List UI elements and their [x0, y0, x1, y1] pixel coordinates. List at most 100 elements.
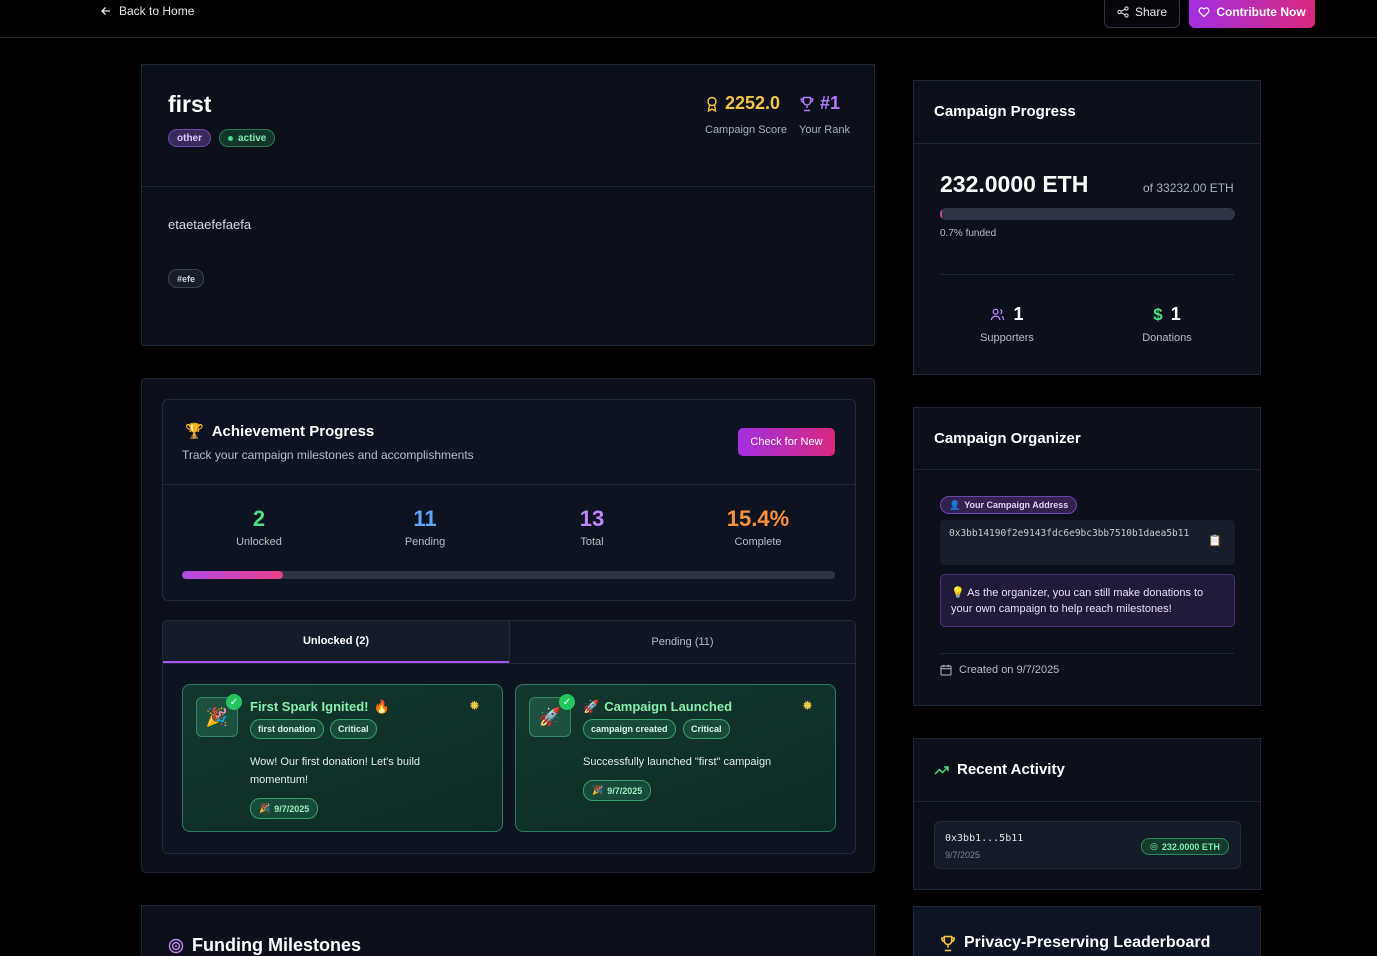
top-bar: Back to Home Share Contribute Now	[0, 0, 1377, 38]
party-icon: 🎉	[259, 803, 271, 813]
leaderboard-card: Privacy-Preserving Leaderboard	[913, 906, 1261, 956]
funded-percent: 0.7% funded	[940, 228, 997, 239]
funding-progress-bar	[940, 208, 1235, 220]
achievement-chip: first donation	[250, 719, 324, 739]
created-date: Created on 9/7/2025	[940, 664, 1059, 676]
raised-amount: 232.0000 ETH	[940, 171, 1089, 197]
check-for-new-button[interactable]: Check for New	[738, 428, 835, 456]
stat-pending: 11 Pending	[404, 506, 446, 548]
achievement-progress-panel: 🏆 Achievement Progress Track your campai…	[162, 399, 856, 601]
achievement-date: 🎉 9/7/2025	[250, 798, 319, 819]
share-icon	[1117, 6, 1129, 18]
goal-amount: of 33232.00 ETH	[1143, 181, 1234, 195]
organizer-note: 💡 As the organizer, you can still make d…	[940, 574, 1235, 627]
activity-divider	[914, 801, 1260, 802]
user-icon: 👤	[949, 499, 961, 510]
funding-milestones-card: Funding Milestones	[141, 905, 875, 956]
achievement-name: 🚀 Campaign Launched	[583, 699, 733, 714]
campaign-score-label: Campaign Score	[705, 124, 787, 136]
achievement-chip: Critical	[330, 719, 377, 739]
activity-address: 0x3bb1...5b11	[945, 833, 1024, 844]
trophy-icon	[800, 96, 814, 111]
supporters-stat: 1 Supporters	[980, 304, 1034, 344]
share-button[interactable]: Share	[1104, 0, 1180, 28]
target-icon	[168, 938, 184, 953]
progress-divider	[914, 143, 1260, 144]
achievement-description: Wow! Our first donation! Let's build mom…	[250, 756, 421, 786]
achievement-card-first-spark[interactable]: 🎉 ✓ First Spark Ignited! 🔥 ✹ first donat…	[182, 684, 503, 832]
arrow-left-icon	[101, 7, 110, 15]
recent-activity-card: Recent Activity 0x3bb1...5b11 9/7/2025 ◎…	[913, 738, 1261, 890]
rocket-icon: 🚀	[583, 699, 600, 714]
achievement-progress-subtitle: Track your campaign milestones and accom…	[182, 448, 474, 462]
check-icon: ✓	[559, 694, 575, 710]
activity-date: 9/7/2025	[945, 850, 981, 860]
tabs-divider	[163, 663, 855, 664]
category-badge: other	[168, 129, 211, 147]
status-badge: active	[219, 129, 276, 147]
achievement-chip: campaign created	[583, 719, 676, 739]
campaign-title: first	[168, 91, 212, 117]
eye-icon: ◎	[1150, 841, 1158, 851]
back-to-home-link[interactable]: Back to Home	[100, 4, 194, 18]
campaign-progress-title: Campaign Progress	[934, 103, 1076, 120]
copy-icon[interactable]: 📋	[1208, 534, 1222, 547]
trophy-icon	[941, 935, 955, 951]
sparkle-icon: ✹	[469, 698, 480, 713]
achievement-card-campaign-launched[interactable]: 🚀 ✓ 🚀 Campaign Launched ✹ campaign creat…	[515, 684, 836, 832]
funding-progress-fill	[940, 208, 943, 220]
recent-activity-title: Recent Activity	[934, 761, 1065, 778]
organizer-divider	[914, 469, 1260, 470]
calendar-icon	[940, 664, 952, 676]
party-icon: 🎉	[592, 785, 604, 795]
campaign-description: etaetaefefaefa	[168, 217, 252, 232]
leaderboard-title: Privacy-Preserving Leaderboard	[940, 934, 1210, 952]
achievement-tabs: Unlocked (2) Pending (11) 🎉 ✓ First Spar…	[162, 620, 856, 854]
trending-up-icon	[934, 765, 949, 775]
header-divider	[142, 186, 874, 187]
users-icon	[991, 308, 1005, 321]
campaign-address: 0x3bb14190f2e9143fdc6e9bc3bb7510b1daea5b…	[940, 520, 1235, 565]
funding-milestones-title: Funding Milestones	[168, 935, 361, 956]
stat-total: 13 Total	[579, 506, 605, 548]
heart-icon	[1198, 7, 1210, 18]
achievement-divider	[163, 484, 855, 485]
campaign-progress-card: Campaign Progress 232.0000 ETH of 33232.…	[913, 80, 1261, 375]
campaign-address-badge: 👤 Your Campaign Address	[940, 496, 1078, 514]
contribute-now-button[interactable]: Contribute Now	[1189, 0, 1315, 28]
campaign-organizer-title: Campaign Organizer	[934, 430, 1081, 447]
achievement-progress-bar	[182, 571, 835, 579]
contribute-label: Contribute Now	[1216, 5, 1306, 19]
activity-item: 0x3bb1...5b11 9/7/2025 ◎ 232.0000 ETH	[934, 821, 1241, 869]
campaign-header-card: first other active 2252.0 Campaign Score…	[141, 64, 875, 346]
your-rank-label: Your Rank	[799, 124, 850, 136]
progress-divider-2	[940, 274, 1234, 275]
donations-stat: $ 1 Donations	[1142, 304, 1192, 344]
achievement-chip: Critical	[683, 719, 730, 739]
award-icon	[707, 96, 717, 112]
share-label: Share	[1134, 5, 1168, 19]
achievement-description: Successfully launched "first" campaign	[583, 756, 772, 768]
activity-amount: ◎ 232.0000 ETH	[1141, 838, 1229, 855]
achievement-name: First Spark Ignited! 🔥	[250, 699, 390, 714]
stat-complete: 15.4% Complete	[726, 506, 790, 548]
check-icon: ✓	[226, 694, 242, 710]
your-rank: #1	[800, 93, 840, 114]
organizer-divider-2	[940, 653, 1234, 654]
achievement-progress-fill	[182, 571, 283, 579]
campaign-organizer-card: Campaign Organizer 👤 Your Campaign Addre…	[913, 407, 1261, 706]
sparkle-icon: ✹	[802, 698, 813, 713]
tab-pending[interactable]: Pending (11)	[509, 621, 855, 663]
achievement-progress-title: 🏆 Achievement Progress	[185, 422, 375, 441]
achievement-date: 🎉 9/7/2025	[583, 780, 652, 801]
tab-unlocked[interactable]: Unlocked (2)	[163, 621, 509, 663]
back-label: Back to Home	[119, 4, 195, 18]
trophy-icon: 🏆	[185, 423, 204, 440]
stat-unlocked: 2 Unlocked	[236, 506, 282, 548]
fire-icon: 🔥	[373, 699, 390, 714]
campaign-score: 2252.0	[705, 93, 780, 114]
achievements-card: 🏆 Achievement Progress Track your campai…	[141, 378, 875, 873]
status-dot	[228, 135, 233, 141]
dollar-icon: $	[1153, 304, 1163, 324]
campaign-tag: #efe	[168, 269, 205, 288]
